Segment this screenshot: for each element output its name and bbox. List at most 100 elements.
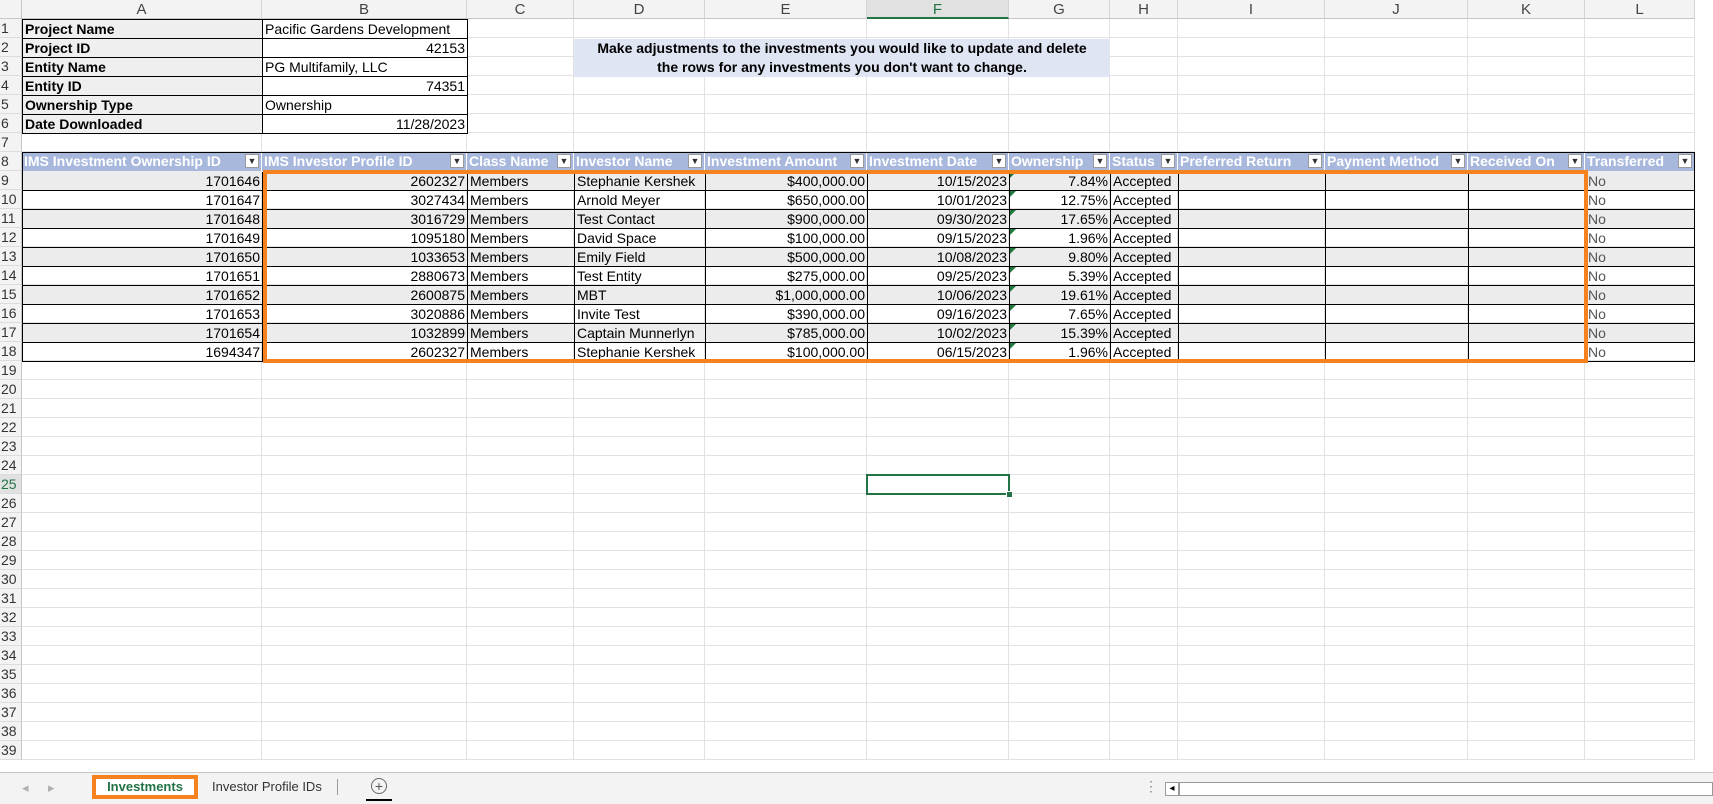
- project-info-value[interactable]: 11/28/2023: [262, 114, 468, 134]
- gridline-horizontal: [22, 474, 1695, 475]
- selected-cell[interactable]: [866, 474, 1010, 495]
- row-header-19[interactable]: 19: [0, 361, 22, 380]
- gridline-vertical: [1584, 19, 1585, 760]
- scroll-left-button[interactable]: ◂: [1165, 782, 1179, 796]
- row-header-29[interactable]: 29: [0, 551, 22, 570]
- column-header-e[interactable]: E: [705, 0, 867, 19]
- row-header-37[interactable]: 37: [0, 703, 22, 722]
- gridline-horizontal: [22, 417, 1695, 418]
- row-header-3[interactable]: 3: [0, 57, 22, 76]
- row-header-11[interactable]: 11: [0, 209, 22, 228]
- row-header-22[interactable]: 22: [0, 418, 22, 437]
- row-header-1[interactable]: 1: [0, 19, 22, 38]
- instruction-note-line: Make adjustments to the investments you …: [597, 40, 1087, 56]
- row-header-5[interactable]: 5: [0, 95, 22, 114]
- project-info-label: Entity ID: [22, 76, 263, 96]
- column-header-i[interactable]: I: [1178, 0, 1325, 19]
- row-header-23[interactable]: 23: [0, 437, 22, 456]
- gridline-horizontal: [22, 626, 1695, 627]
- column-header-d[interactable]: D: [574, 0, 705, 19]
- gridline-horizontal: [22, 588, 1695, 589]
- project-info-value[interactable]: Ownership: [262, 95, 468, 115]
- gridline-horizontal: [22, 702, 1695, 703]
- add-sheet-underline: [366, 799, 392, 801]
- gridline-horizontal: [22, 550, 1695, 551]
- row-header-36[interactable]: 36: [0, 684, 22, 703]
- row-header-18[interactable]: 18: [0, 342, 22, 361]
- gridline-horizontal: [22, 379, 1695, 380]
- row-header-34[interactable]: 34: [0, 646, 22, 665]
- row-header-6[interactable]: 6: [0, 114, 22, 133]
- row-header-28[interactable]: 28: [0, 532, 22, 551]
- editable-range-highlight: [263, 170, 1588, 363]
- row-header-12[interactable]: 12: [0, 228, 22, 247]
- gridline-horizontal: [22, 664, 1695, 665]
- gridline-vertical: [1694, 19, 1695, 760]
- sheet-tab-investments[interactable]: Investments: [92, 775, 198, 799]
- fill-handle[interactable]: [1006, 491, 1013, 498]
- instruction-note: Make adjustments to the investments you …: [574, 39, 1110, 77]
- instruction-note-line: the rows for any investments you don't w…: [657, 59, 1027, 75]
- gridline-vertical: [1324, 19, 1325, 760]
- horizontal-scrollbar[interactable]: [1179, 782, 1713, 796]
- column-header-j[interactable]: J: [1325, 0, 1468, 19]
- row-header-24[interactable]: 24: [0, 456, 22, 475]
- gridline-horizontal: [22, 512, 1695, 513]
- column-header-f[interactable]: F: [867, 0, 1009, 19]
- column-header-c[interactable]: C: [467, 0, 574, 19]
- row-header-7[interactable]: 7: [0, 133, 22, 152]
- gridline-horizontal: [22, 683, 1695, 684]
- project-info-label: Date Downloaded: [22, 114, 263, 134]
- row-header-15[interactable]: 15: [0, 285, 22, 304]
- row-header-35[interactable]: 35: [0, 665, 22, 684]
- row-header-32[interactable]: 32: [0, 608, 22, 627]
- row-header-31[interactable]: 31: [0, 589, 22, 608]
- gridline-vertical: [704, 19, 705, 760]
- project-info-value[interactable]: Pacific Gardens Development: [262, 19, 468, 39]
- row-header-13[interactable]: 13: [0, 247, 22, 266]
- row-header-27[interactable]: 27: [0, 513, 22, 532]
- gridline-horizontal: [22, 436, 1695, 437]
- row-header-14[interactable]: 14: [0, 266, 22, 285]
- row-header-26[interactable]: 26: [0, 494, 22, 513]
- gridline-vertical: [573, 19, 574, 760]
- gridline-horizontal: [22, 721, 1695, 722]
- previous-sheet-icon[interactable]: ◂: [22, 780, 29, 796]
- project-info-value[interactable]: 74351: [262, 76, 468, 96]
- project-info-value[interactable]: PG Multifamily, LLC: [262, 57, 468, 77]
- project-info-value[interactable]: 42153: [262, 38, 468, 58]
- row-header-16[interactable]: 16: [0, 304, 22, 323]
- row-header-9[interactable]: 9: [0, 171, 22, 190]
- gridline-horizontal: [22, 607, 1695, 608]
- row-header-17[interactable]: 17: [0, 323, 22, 342]
- row-header-33[interactable]: 33: [0, 627, 22, 646]
- next-sheet-icon[interactable]: ▸: [48, 780, 55, 796]
- gridline-vertical: [1109, 19, 1110, 760]
- row-header-8[interactable]: 8: [0, 152, 22, 171]
- row-header-39[interactable]: 39: [0, 741, 22, 760]
- column-header-l[interactable]: L: [1585, 0, 1695, 19]
- row-header-21[interactable]: 21: [0, 399, 22, 418]
- project-info-label: Project ID: [22, 38, 263, 58]
- row-header-38[interactable]: 38: [0, 722, 22, 741]
- splitter-handle[interactable]: ⋮: [1144, 778, 1158, 795]
- column-header-b[interactable]: B: [262, 0, 467, 19]
- project-info-label: Entity Name: [22, 57, 263, 77]
- row-header-10[interactable]: 10: [0, 190, 22, 209]
- column-header-g[interactable]: G: [1009, 0, 1110, 19]
- select-all-corner[interactable]: [0, 0, 22, 19]
- column-header-k[interactable]: K: [1468, 0, 1585, 19]
- row-header-25[interactable]: 25: [0, 475, 22, 494]
- gridline-horizontal: [22, 455, 1695, 456]
- sheet-tab-investor-profile-ids[interactable]: Investor Profile IDs: [200, 776, 332, 800]
- row-header-4[interactable]: 4: [0, 76, 22, 95]
- row-header-30[interactable]: 30: [0, 570, 22, 589]
- gridline-vertical: [866, 19, 867, 760]
- gridline-horizontal: [22, 740, 1695, 741]
- row-header-20[interactable]: 20: [0, 380, 22, 399]
- row-header-2[interactable]: 2: [0, 38, 22, 57]
- column-header-h[interactable]: H: [1110, 0, 1178, 19]
- tab-separator: [337, 779, 338, 795]
- add-sheet-icon[interactable]: +: [371, 778, 387, 794]
- column-header-a[interactable]: A: [22, 0, 262, 19]
